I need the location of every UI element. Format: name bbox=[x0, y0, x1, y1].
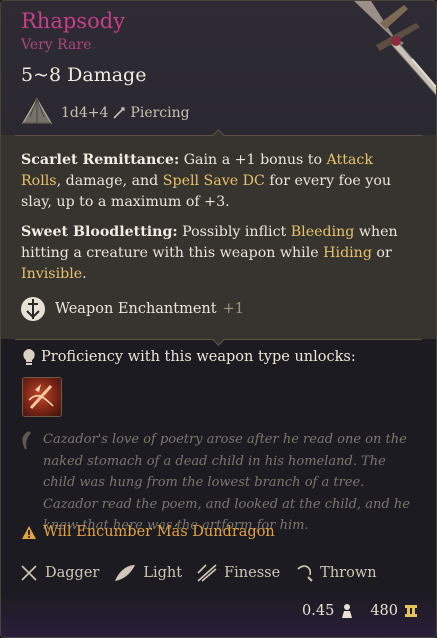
passive-text: , damage, and bbox=[56, 173, 163, 189]
quill-icon bbox=[22, 431, 31, 449]
lore-text: Cazador's love of poetry arose after he … bbox=[43, 432, 410, 533]
enchantment-label: Weapon Enchantment bbox=[55, 301, 217, 317]
weight-icon bbox=[342, 604, 353, 618]
passive-text: Possibly inflict bbox=[182, 224, 291, 240]
property-label: Light bbox=[143, 565, 183, 581]
property-dagger[interactable]: Dagger bbox=[19, 563, 99, 583]
keyword-hiding[interactable]: Hiding bbox=[323, 245, 372, 261]
encumber-warning-row: Will Encumber Más Dundragon bbox=[21, 524, 275, 540]
thrown-icon bbox=[297, 565, 313, 582]
passive-scarlet-remittance: Scarlet Remittance: Gain a +1 bonus to A… bbox=[21, 150, 416, 213]
enchantment-bonus: +1 bbox=[222, 301, 244, 317]
feather-icon bbox=[115, 565, 136, 581]
gold-icon bbox=[405, 605, 417, 617]
property-finesse[interactable]: Finesse bbox=[196, 563, 280, 583]
item-weight: 0.45 bbox=[302, 603, 335, 619]
item-tooltip: Rhapsody Very Rare 5~8 Damage 1d4+4 Pier… bbox=[0, 0, 437, 638]
property-label: Dagger bbox=[45, 565, 100, 581]
weapon-dagger-image bbox=[354, 1, 436, 96]
proficiency-label: Proficiency with this weapon type unlock… bbox=[41, 349, 356, 365]
passive-text: Gain a +1 bonus to bbox=[183, 152, 327, 168]
keyword-invisible[interactable]: Invisible bbox=[21, 266, 82, 282]
item-rarity: Very Rare bbox=[21, 37, 92, 53]
finesse-icon bbox=[197, 564, 217, 582]
weapon-enchantment-row: Weapon Enchantment +1 bbox=[19, 295, 244, 323]
keyword-spell-save-dc[interactable]: Spell Save DC bbox=[163, 173, 265, 189]
proficiency-action-icon[interactable] bbox=[22, 377, 62, 417]
damage-dice: 1d4+4 bbox=[61, 105, 109, 121]
d4-dice-icon bbox=[21, 97, 53, 124]
property-thrown[interactable]: Thrown bbox=[294, 563, 377, 583]
property-label: Thrown bbox=[320, 565, 377, 581]
passive-name: Sweet Bloodletting: bbox=[21, 224, 178, 240]
enchantment-icon bbox=[21, 297, 45, 321]
property-light[interactable]: Light bbox=[113, 563, 182, 583]
weapon-properties-row: Dagger Light Finesse Thrown bbox=[19, 561, 391, 585]
passive-name: Scarlet Remittance: bbox=[21, 152, 180, 168]
passive-text: . bbox=[82, 266, 87, 282]
property-label: Finesse bbox=[224, 565, 281, 581]
dagger-icon bbox=[21, 565, 37, 581]
damage-dice-row: 1d4+4 Piercing bbox=[21, 97, 190, 129]
item-value: 480 bbox=[370, 603, 398, 619]
passive-sweet-bloodletting: Sweet Bloodletting: Possibly inflict Ble… bbox=[21, 222, 416, 285]
damage-type: Piercing bbox=[130, 105, 190, 121]
passive-text: or bbox=[371, 245, 392, 261]
keyword-bleeding[interactable]: Bleeding bbox=[291, 224, 355, 240]
warning-icon bbox=[22, 525, 36, 539]
proficiency-row: Proficiency with this weapon type unlock… bbox=[21, 348, 356, 366]
item-name: Rhapsody bbox=[21, 9, 126, 33]
piercing-icon bbox=[113, 107, 126, 119]
item-footer: 0.45 480 bbox=[302, 603, 418, 619]
encumber-text: Will Encumber Más Dundragon bbox=[43, 524, 275, 540]
light-bulb-icon bbox=[23, 349, 35, 365]
damage-range: 5~8 Damage bbox=[21, 64, 147, 86]
